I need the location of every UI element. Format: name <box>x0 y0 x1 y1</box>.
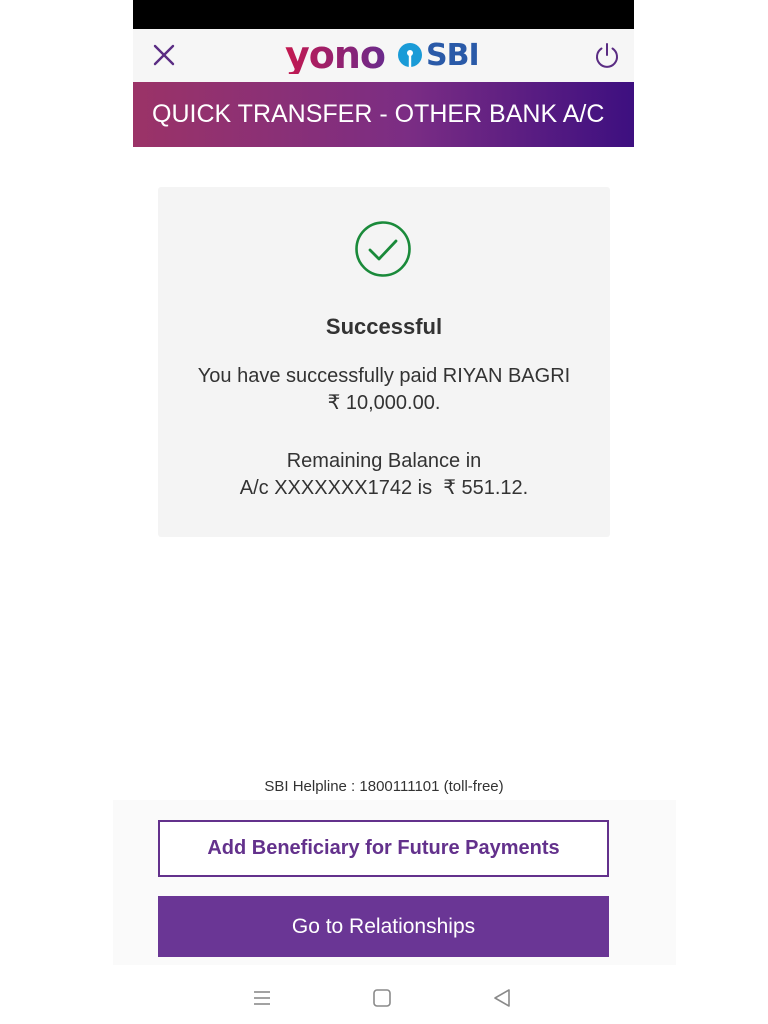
payment-amount-line: ₹ 10,000.00. <box>327 392 441 414</box>
transaction-result-card: Successful You have successfully paid RI… <box>158 187 610 537</box>
balance-label-line: Remaining Balance in <box>286 450 482 472</box>
status-bar <box>133 0 634 29</box>
power-icon[interactable] <box>592 40 622 70</box>
close-icon[interactable] <box>149 40 179 70</box>
sbi-logo: SBI <box>397 37 480 73</box>
helpline-text: SBI Helpline : 1800111101 (toll-free) <box>264 778 504 795</box>
sbi-logo-text: SBI <box>426 37 480 73</box>
payment-message: You have successfully paid RIYAN BAGRI ₹… <box>158 363 610 417</box>
yono-sbi-logo: yono SBI <box>285 33 480 77</box>
yono-logo-text: yono <box>285 33 386 77</box>
add-beneficiary-button[interactable]: Add Beneficiary for Future Payments <box>158 820 609 877</box>
page-title: QUICK TRANSFER - OTHER BANK A/C <box>133 82 634 147</box>
balance-message: Remaining Balance in A/c XXXXXXX1742 is … <box>158 448 610 502</box>
go-to-relationships-button[interactable]: Go to Relationships <box>158 896 609 957</box>
home-square-icon[interactable] <box>369 985 395 1011</box>
system-nav-bar <box>0 975 768 1024</box>
payment-recipient-line: You have successfully paid RIYAN BAGRI <box>197 365 571 387</box>
app-header: yono SBI <box>133 29 634 82</box>
back-triangle-icon[interactable] <box>489 985 515 1011</box>
status-heading: Successful <box>325 314 443 339</box>
menu-icon[interactable] <box>249 985 275 1011</box>
app-screen: yono SBI QUICK TRANSFER - OTHER BANK A/C… <box>0 0 768 1024</box>
check-circle-icon <box>355 221 411 277</box>
balance-amount-line: A/c XXXXXXX1742 is ₹ 551.12. <box>239 477 529 499</box>
sbi-keyhole-icon <box>398 43 423 67</box>
